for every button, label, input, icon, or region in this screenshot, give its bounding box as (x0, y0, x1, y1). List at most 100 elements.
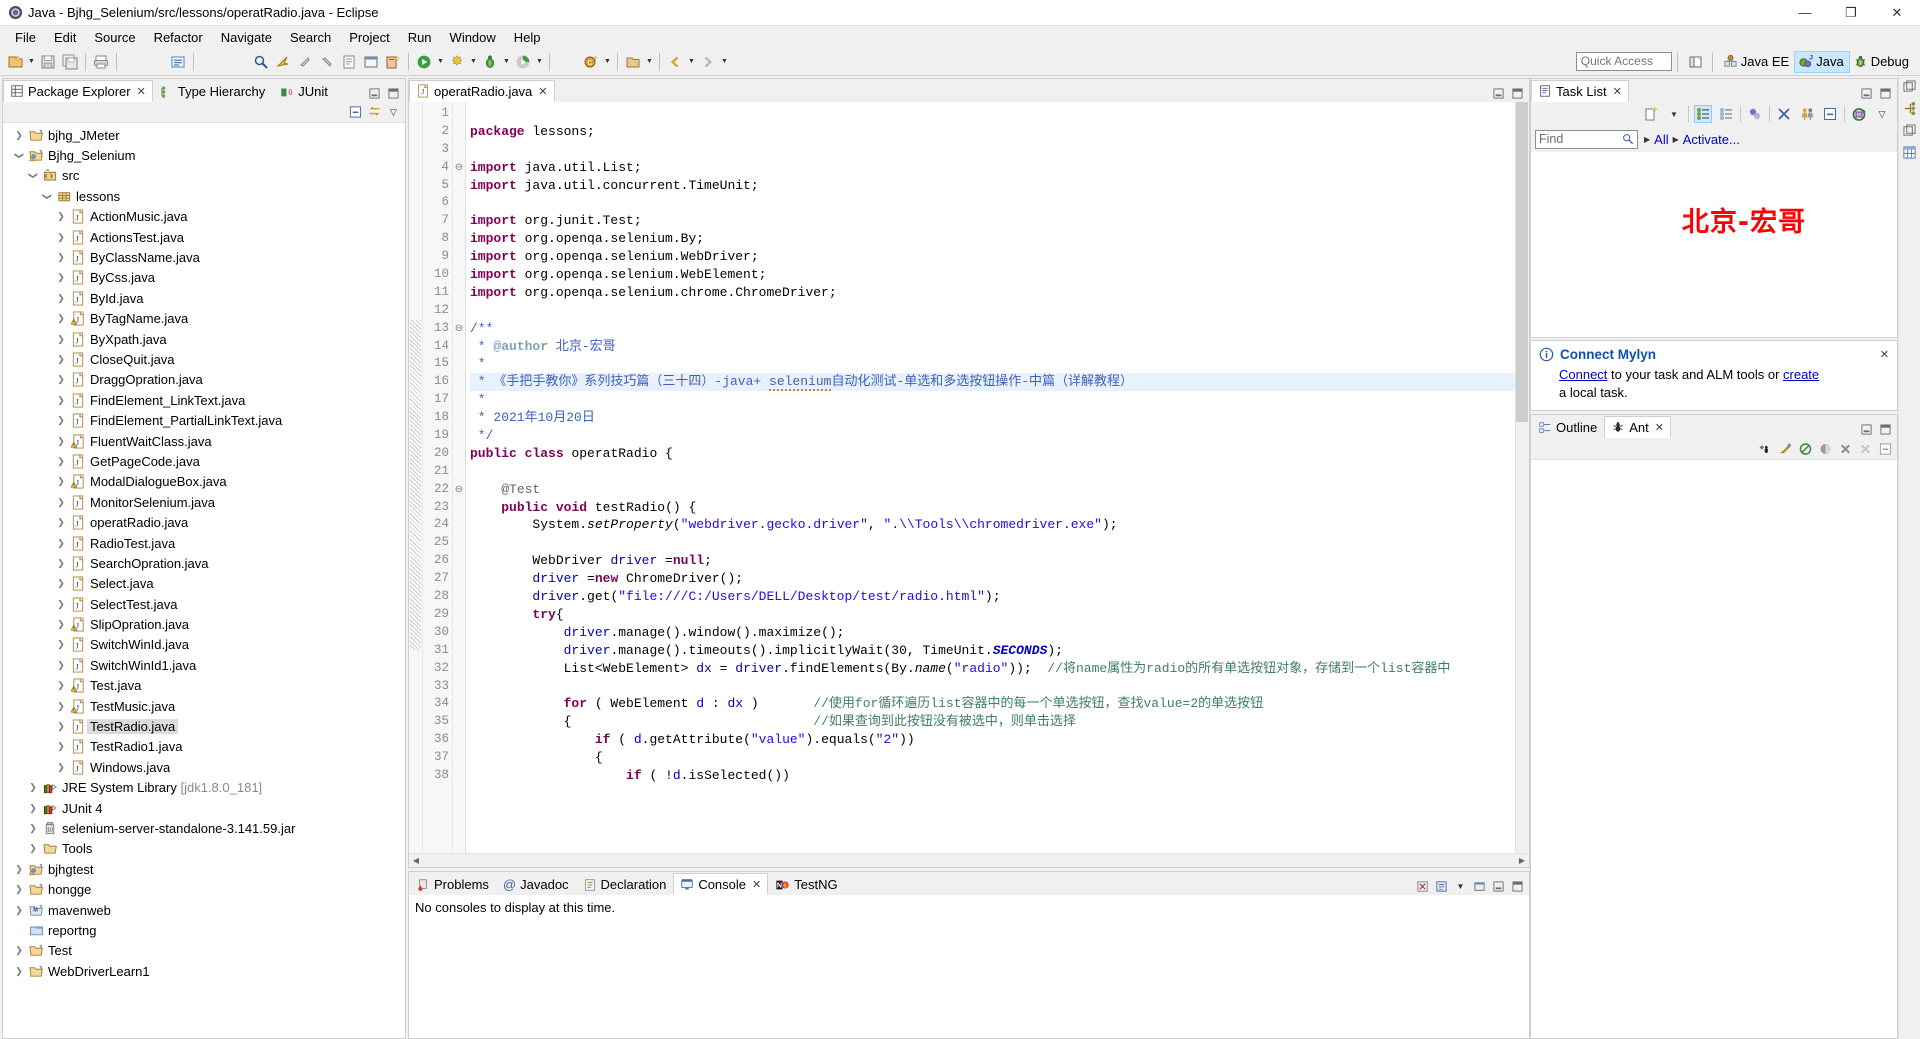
coverage-icon[interactable] (512, 51, 534, 73)
next-annotation-icon[interactable] (294, 51, 316, 73)
console-clear-icon[interactable] (1416, 880, 1429, 893)
outline-minimize-icon[interactable] (1860, 423, 1873, 436)
tree-item[interactable]: ❯ J FindElement_LinkText.java (3, 390, 405, 410)
mylyn-connect-link[interactable]: Connect (1559, 367, 1607, 382)
ant-collapse-all-icon[interactable] (1879, 442, 1892, 455)
chevron-right-icon[interactable]: ❯ (53, 476, 69, 487)
tree-item[interactable]: ❯ hongge (3, 879, 405, 899)
tree-item[interactable]: ❯ J DraggOpration.java (3, 370, 405, 390)
chevron-right-icon[interactable]: ❯ (53, 232, 69, 243)
task-find-input[interactable]: Find (1535, 129, 1638, 149)
filter-completed-icon[interactable] (1775, 105, 1793, 123)
tree-item[interactable]: ❯ J ById.java (3, 288, 405, 308)
problems-fastview-icon[interactable] (1902, 145, 1917, 160)
minimize-icon[interactable] (368, 87, 381, 100)
chevron-right-icon[interactable]: ❯ (53, 762, 69, 773)
previous-annotation-icon[interactable] (316, 51, 338, 73)
chevron-right-icon[interactable]: ❯ (53, 639, 69, 650)
new-java-project-icon[interactable] (382, 51, 404, 73)
chevron-right-icon[interactable]: ❯ (53, 619, 69, 630)
tree-item[interactable]: ❯ J FluentWaitClass.java (3, 431, 405, 451)
tree-item[interactable]: ❯ J MonitorSelenium.java (3, 492, 405, 512)
new-wizard-dropdown-icon[interactable]: ▼ (26, 51, 37, 73)
task-list-minimize-icon[interactable] (1860, 87, 1873, 100)
perspective-debug[interactable]: Debug (1850, 51, 1914, 73)
tree-item[interactable]: ❯ J ActionsTest.java (3, 227, 405, 247)
tree-item[interactable]: ❯ JRE System Library [jdk1.8.0_181] (3, 778, 405, 798)
tree-item[interactable]: reportng (3, 920, 405, 940)
chevron-right-icon[interactable]: ❯ (53, 517, 69, 528)
chevron-right-icon[interactable]: ❯ (53, 374, 69, 385)
chevron-right-icon[interactable]: ❯ (11, 884, 27, 895)
connect-mylyn-close-icon[interactable]: ✕ (1880, 348, 1889, 361)
package-explorer-tree[interactable]: ❯ bjhg_JMeter ❯ Bjhg_Selenium ❯ src ❯ lessons ❯ J… (3, 123, 405, 1038)
chevron-right-icon[interactable]: ❯ (53, 578, 69, 589)
tree-item[interactable]: ❯ lessons (3, 186, 405, 206)
close-button[interactable]: ✕ (1874, 0, 1920, 26)
tree-item[interactable]: ❯ J ModalDialogueBox.java (3, 472, 405, 492)
menu-project[interactable]: Project (340, 28, 398, 47)
collapse-all-tasks-icon[interactable] (1821, 105, 1839, 123)
editor-tab-close-icon[interactable]: ✕ (538, 85, 547, 98)
perspective-java[interactable]: J Java (1794, 50, 1850, 73)
restore-icon[interactable] (1903, 80, 1916, 93)
chevron-right-icon[interactable]: ❯ (53, 701, 69, 712)
console-minimize-icon[interactable] (1492, 880, 1505, 893)
save-all-icon[interactable] (59, 51, 81, 73)
tree-item[interactable]: ❯ J SwitchWinId.java (3, 635, 405, 655)
tree-item[interactable]: ❯ J SelectTest.java (3, 594, 405, 614)
hide-internal-targets-icon[interactable] (1799, 442, 1812, 455)
new-java-class-icon[interactable]: C (580, 51, 602, 73)
chevron-right-icon[interactable]: ❯ (53, 660, 69, 671)
tree-item[interactable]: ❯ JUnit 4 (3, 798, 405, 818)
new-package-dropdown-icon[interactable]: ▼ (644, 51, 655, 73)
chevron-right-icon[interactable]: ❯ (11, 905, 27, 916)
fold-collapse-icon[interactable]: ⊖ (453, 159, 465, 177)
menu-search[interactable]: Search (281, 28, 340, 47)
editor-vertical-scrollbar[interactable] (1515, 102, 1529, 853)
editor-folding-ruler[interactable]: ⊖ ⊖ ⊖ (453, 102, 466, 853)
save-icon[interactable] (37, 51, 59, 73)
outline-maximize-icon[interactable] (1879, 423, 1892, 436)
tree-item[interactable]: ❯ Test (3, 941, 405, 961)
chevron-right-icon[interactable]: ❯ (25, 843, 41, 854)
run-dropdown-icon[interactable]: ▼ (435, 51, 446, 73)
chevron-right-icon[interactable]: ❯ (11, 945, 27, 956)
tree-item[interactable]: ❯ J TestMusic.java (3, 696, 405, 716)
tree-item[interactable]: ❯ J Select.java (3, 574, 405, 594)
chevron-right-icon[interactable]: ❯ (53, 497, 69, 508)
tree-item[interactable]: ❯ Mmavenweb (3, 900, 405, 920)
search-icon[interactable] (250, 51, 272, 73)
editor-maximize-icon[interactable] (1511, 87, 1524, 100)
menu-window[interactable]: Window (441, 28, 505, 47)
chevron-right-icon[interactable]: ❯ (53, 415, 69, 426)
tree-item[interactable]: ❯ J TestRadio.java (3, 716, 405, 736)
maximize-button[interactable]: ❐ (1828, 0, 1874, 26)
tree-item[interactable]: ❯ J RadioTest.java (3, 533, 405, 553)
chevron-right-icon[interactable]: ❯ (53, 293, 69, 304)
run-icon[interactable] (413, 51, 435, 73)
chevron-down-icon[interactable]: ❯ (28, 168, 39, 184)
menu-refactor[interactable]: Refactor (145, 28, 212, 47)
tree-item[interactable]: ❯ Tools (3, 839, 405, 859)
chevron-down-icon[interactable]: ❯ (14, 148, 25, 164)
new-task-icon[interactable] (1642, 105, 1660, 123)
tree-item[interactable]: ❯ J SlipOpration.java (3, 614, 405, 634)
tree-item[interactable]: ❯ J SearchOpration.java (3, 553, 405, 573)
chevron-right-icon[interactable]: ❯ (53, 680, 69, 691)
task-list-maximize-icon[interactable] (1879, 87, 1892, 100)
tree-item[interactable]: ❯ J FindElement_PartialLinkText.java (3, 410, 405, 430)
menu-help[interactable]: Help (505, 28, 550, 47)
editor-vertical-scroll-thumb[interactable] (1516, 102, 1528, 422)
editor-horizontal-scrollbar[interactable]: ◀ ▶ (409, 853, 1529, 867)
chevron-right-icon[interactable]: ❯ (53, 436, 69, 447)
tab-javadoc[interactable]: @ Javadoc (495, 873, 576, 895)
chevron-right-icon[interactable]: ❯ (25, 823, 41, 834)
run-ant-icon[interactable] (1779, 442, 1792, 455)
console-maximize-icon[interactable] (1511, 880, 1524, 893)
maximize-icon[interactable] (387, 87, 400, 100)
console-dropdown-icon[interactable]: ▼ (1454, 880, 1467, 893)
ant-view-content[interactable] (1531, 460, 1897, 1038)
tree-item[interactable]: ❯ J SwitchWinId1.java (3, 655, 405, 675)
tab-package-explorer-close-icon[interactable]: ✕ (137, 85, 146, 98)
